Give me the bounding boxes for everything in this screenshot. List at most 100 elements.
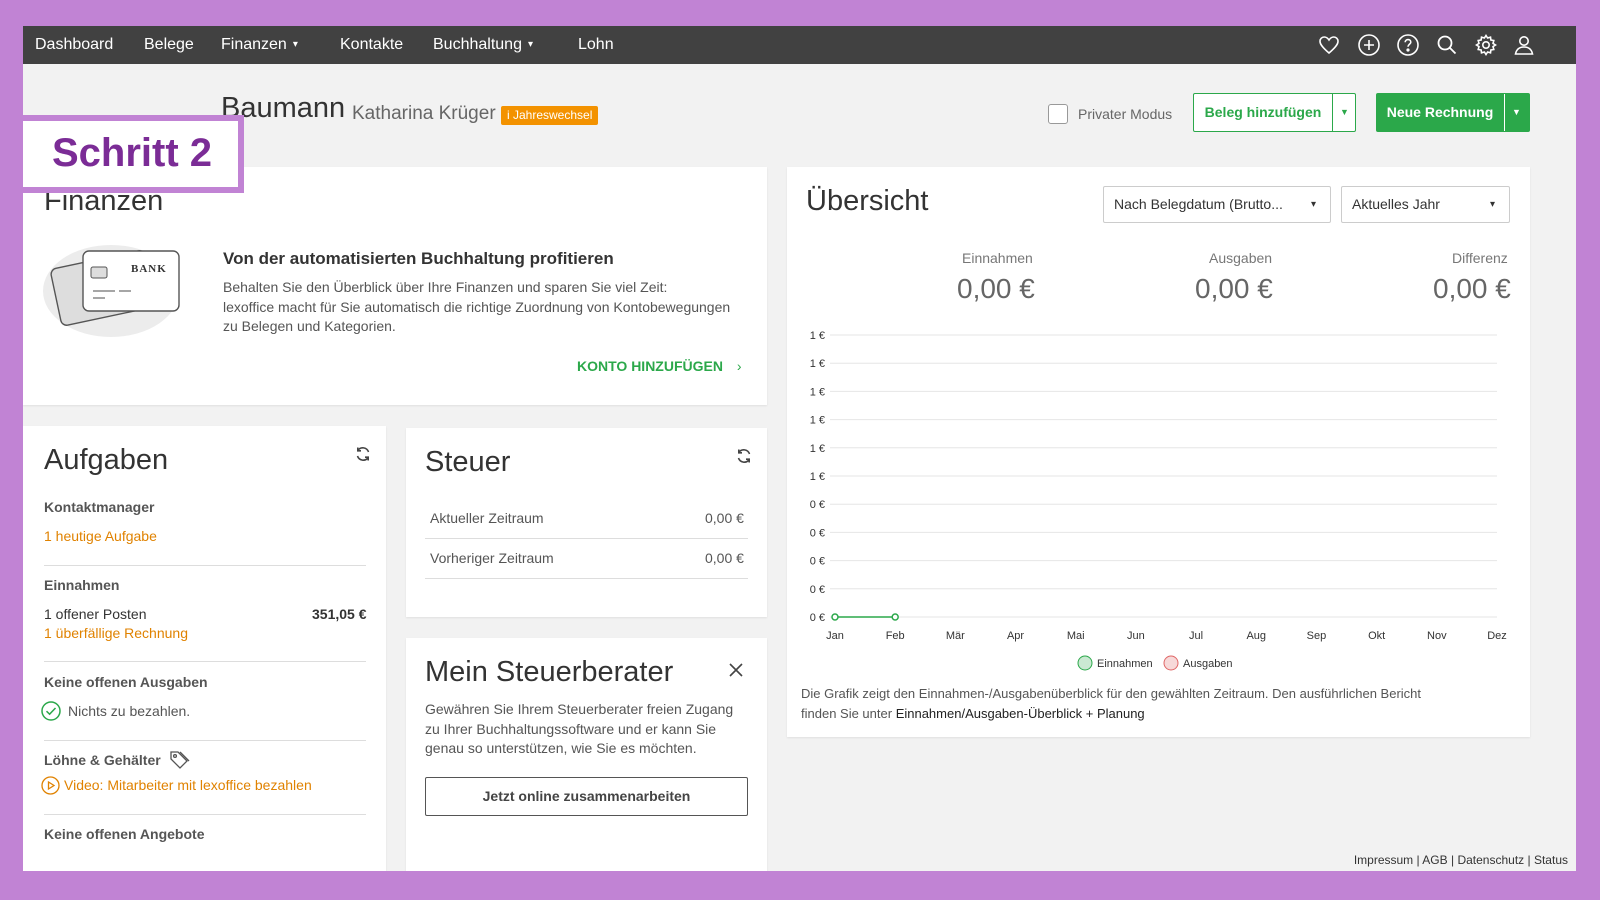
income-expense-chart: 1 €1 €1 €1 €1 €1 €0 €0 €0 €0 €0 €Jan Feb M… — [810, 330, 1507, 671]
nav-kontakte[interactable]: Kontakte — [340, 26, 403, 64]
top-navigation: Dashboard Belege Finanzen ▾ Kontakte Buch… — [23, 26, 1576, 64]
nav-finanzen-label: Finanzen — [221, 36, 287, 54]
steuerberater-body-line-3: genau so unterstützen, wie Sie es möchte… — [425, 740, 697, 756]
new-invoice-dropdown[interactable]: ▼ — [1504, 94, 1528, 131]
legend-marker-einnahmen[interactable] — [1077, 655, 1093, 671]
y-tick-label: 0 € — [810, 556, 825, 568]
chart-note-line-1: Die Grafik zeigt den Einnahmen-/Ausgaben… — [801, 686, 1422, 701]
footer-link-impressum[interactable]: Impressum — [1354, 853, 1413, 867]
aufgaben-title: Aufgaben — [44, 444, 169, 476]
heart-icon[interactable] — [1317, 33, 1341, 57]
stat-differenz-label: Differenz — [1452, 250, 1508, 266]
divider — [44, 565, 366, 566]
open-items-link[interactable]: 1 offener Posten — [44, 606, 146, 622]
current-period-label: Aktueller Zeitraum — [430, 510, 544, 526]
nav-finanzen[interactable]: Finanzen ▾ — [221, 26, 298, 64]
x-tick-label: Dez — [1487, 630, 1507, 642]
footer-separator: | — [1450, 853, 1455, 867]
footer-links: Impressum | AGB | Datenschutz | Status — [1354, 853, 1568, 867]
new-invoice-button[interactable]: Neue Rechnung ▼ — [1376, 93, 1530, 132]
date-basis-select[interactable]: Nach Belegdatum (Brutto... ▾ — [1103, 186, 1331, 223]
stat-differenz-value: 0,00 € — [1433, 273, 1511, 304]
date-basis-value: Nach Belegdatum (Brutto... — [1114, 196, 1283, 212]
stat-einnahmen-label: Einnahmen — [962, 250, 1033, 266]
play-circle-icon[interactable] — [41, 776, 60, 795]
check-circle-icon — [41, 701, 61, 721]
divider — [44, 740, 366, 741]
x-tick-label: Apr — [1007, 630, 1024, 642]
add-account-link[interactable]: KONTO HINZUFÜGEN › — [577, 358, 742, 374]
chevron-down-icon: ▾ — [527, 39, 533, 50]
chevron-down-icon: ▾ — [292, 39, 298, 50]
search-icon[interactable] — [1435, 33, 1459, 57]
x-tick-label: Feb — [886, 630, 905, 642]
chart-note-text: finden Sie unter — [801, 706, 896, 721]
y-tick-label: 0 € — [810, 584, 825, 596]
x-tick-label: Nov — [1427, 630, 1447, 642]
nav-belege[interactable]: Belege — [144, 26, 194, 64]
add-account-label: KONTO HINZUFÜGEN — [577, 358, 723, 374]
help-icon[interactable] — [1396, 33, 1420, 57]
refresh-icon[interactable] — [353, 444, 373, 464]
steuerberater-body-line-2: zu Ihrer Buchhaltungssoftware und er kan… — [425, 721, 717, 737]
legend-marker-ausgaben[interactable] — [1163, 655, 1179, 671]
gear-icon[interactable] — [1474, 33, 1498, 57]
close-icon[interactable] — [728, 662, 744, 678]
divider — [44, 661, 366, 662]
collaborate-online-button[interactable]: Jetzt online zusammenarbeiten — [425, 777, 748, 816]
user-icon[interactable] — [1512, 33, 1536, 57]
refresh-icon[interactable] — [734, 446, 754, 466]
overdue-invoice-link[interactable]: 1 überfällige Rechnung — [44, 625, 188, 641]
no-expenses-label: Keine offenen Ausgaben — [44, 674, 208, 690]
nav-lohn[interactable]: Lohn — [578, 26, 614, 64]
video-link[interactable]: Video: Mitarbeiter mit lexoffice bezahle… — [64, 777, 312, 793]
footer-link-datenschutz[interactable]: Datenschutz — [1457, 853, 1524, 867]
nav-dashboard[interactable]: Dashboard — [35, 26, 113, 64]
data-point-einnahmen[interactable] — [891, 613, 899, 621]
open-items-amount: 351,05 € — [312, 606, 367, 622]
footer-link-status[interactable]: Status — [1534, 853, 1568, 867]
add-receipt-button[interactable]: Beleg hinzufügen ▼ — [1193, 93, 1356, 132]
divider — [425, 538, 748, 539]
chevron-down-icon: ▾ — [1310, 199, 1316, 210]
private-mode-checkbox[interactable] — [1048, 104, 1068, 124]
stat-ausgaben-value: 0,00 € — [1195, 273, 1273, 304]
y-tick-label: 1 € — [810, 358, 825, 370]
report-link[interactable]: Einnahmen/Ausgaben-Überblick + Planung — [896, 706, 1145, 721]
plus-circle-icon[interactable] — [1357, 33, 1381, 57]
x-tick-label: Mai — [1067, 630, 1085, 642]
year-change-badge[interactable]: i Jahreswechsel — [501, 106, 599, 125]
footer-separator: | — [1527, 853, 1531, 867]
salaries-label: Löhne & Gehälter — [44, 752, 161, 768]
caret-down-icon: ▼ — [1512, 107, 1521, 117]
previous-period-label: Vorheriger Zeitraum — [430, 550, 554, 566]
add-receipt-label: Beleg hinzufügen — [1204, 104, 1322, 120]
y-tick-label: 1 € — [810, 415, 825, 427]
y-tick-label: 0 € — [810, 527, 825, 539]
today-task-link[interactable]: 1 heutige Aufgabe — [44, 528, 157, 544]
footer-link-agb[interactable]: AGB — [1422, 853, 1447, 867]
legend-label-ausgaben[interactable]: Ausgaben — [1183, 658, 1233, 670]
finanzen-card: Finanzen BANK Von der automatisierten Bu… — [23, 167, 767, 405]
nav-dashboard-label: Dashboard — [35, 36, 114, 53]
legend-label-einnahmen[interactable]: Einnahmen — [1097, 658, 1153, 670]
period-select[interactable]: Aktuelles Jahr ▾ — [1341, 186, 1510, 223]
nav-lohn-label: Lohn — [578, 36, 614, 53]
current-period-value: 0,00 € — [705, 510, 744, 526]
einnahmen-label: Einnahmen — [44, 577, 120, 593]
no-offers-label: Keine offenen Angebote — [44, 826, 205, 842]
footer-separator: | — [1416, 853, 1420, 867]
nav-buchhaltung[interactable]: Buchhaltung ▾ — [433, 26, 533, 64]
caret-down-icon: ▼ — [1340, 107, 1349, 117]
finanzen-body-line-3: zu Belegen und Kategorien. — [223, 318, 396, 334]
add-receipt-dropdown[interactable]: ▼ — [1332, 94, 1356, 131]
y-tick-label: 1 € — [810, 471, 825, 483]
new-invoice-label: Neue Rechnung — [1386, 104, 1494, 120]
x-tick-label: Jul — [1189, 630, 1203, 642]
finanzen-headline: Von der automatisierten Buchhaltung prof… — [223, 249, 614, 268]
data-point-einnahmen[interactable] — [831, 613, 839, 621]
period-value: Aktuelles Jahr — [1352, 196, 1440, 212]
kontaktmanager-label: Kontaktmanager — [44, 499, 155, 515]
tag-icon — [168, 749, 190, 771]
aufgaben-card: Aufgaben Kontaktmanager 1 heutige Aufgab… — [23, 426, 386, 871]
